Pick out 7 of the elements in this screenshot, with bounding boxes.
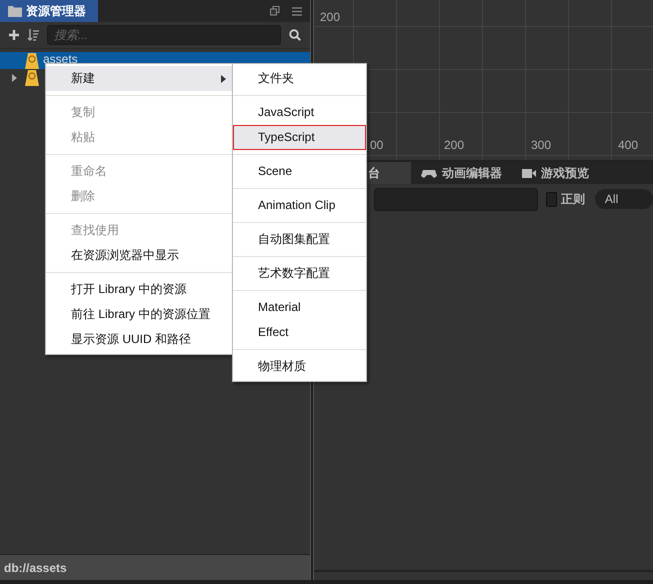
axis-label: 200	[320, 10, 340, 24]
axis-label: 400	[618, 138, 638, 152]
axis-label: 00	[370, 138, 384, 152]
status-bar: db://assets	[0, 554, 310, 580]
axis-label: 200	[444, 138, 464, 152]
axis-label: 300	[531, 138, 552, 152]
checkbox-label: 正则	[560, 190, 585, 208]
